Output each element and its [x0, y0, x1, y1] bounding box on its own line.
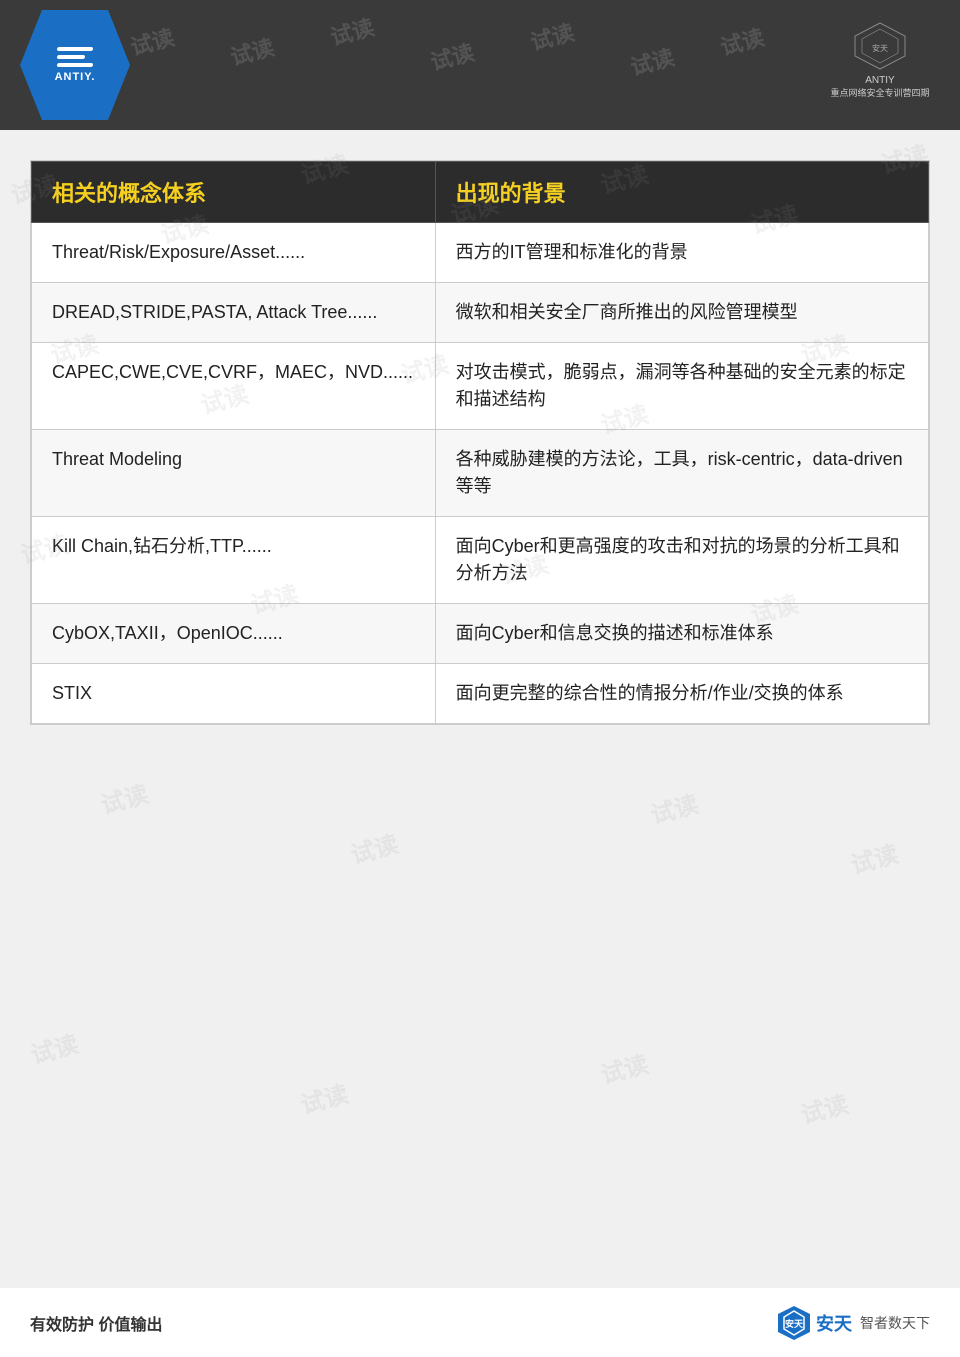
- table-cell-left: Threat Modeling: [32, 430, 436, 517]
- table-cell-right: 面向Cyber和更高强度的攻击和对抗的场景的分析工具和分析方法: [435, 517, 928, 604]
- table-cell-left: DREAD,STRIDE,PASTA, Attack Tree......: [32, 283, 436, 343]
- table-header-row: 相关的概念体系 出现的背景: [32, 162, 929, 223]
- col2-header: 出现的背景: [435, 162, 928, 223]
- table-cell-right: 对攻击模式，脆弱点，漏洞等各种基础的安全元素的标定和描述结构: [435, 343, 928, 430]
- table-cell-left: CybOX,TAXII，OpenIOC......: [32, 604, 436, 664]
- header: ANTIY. 试读 试读 试读 试读 试读 试读 试读 安天 ANTIY 重点网…: [0, 0, 960, 130]
- body-watermark: 试读: [296, 1074, 351, 1120]
- table-cell-left: STIX: [32, 664, 436, 724]
- svg-text:安天: 安天: [872, 43, 888, 53]
- header-right-text: ANTIY 重点网络安全专训营四期: [830, 75, 929, 99]
- antiy-emblem-icon: 安天: [850, 21, 910, 71]
- table-row: Threat Modeling各种威胁建模的方法论，工具，risk-centri…: [32, 430, 929, 517]
- table-cell-left: Threat/Risk/Exposure/Asset......: [32, 223, 436, 283]
- table-row: CAPEC,CWE,CVE,CVRF，MAEC，NVD......对攻击模式，脆…: [32, 343, 929, 430]
- watermark: 试读: [127, 20, 178, 62]
- concept-table: 相关的概念体系 出现的背景 Threat/Risk/Exposure/Asset…: [31, 161, 929, 724]
- footer-brand-slogan: 智者数天下: [860, 1313, 930, 1333]
- header-watermarks: 试读 试读 试读 试读 试读 试读 试读: [0, 0, 960, 130]
- footer-slogan: 有效防护 价值输出: [30, 1311, 162, 1335]
- table-cell-left: Kill Chain,钻石分析,TTP......: [32, 517, 436, 604]
- body-watermark: 试读: [96, 774, 151, 820]
- table-cell-left: CAPEC,CWE,CVE,CVRF，MAEC，NVD......: [32, 343, 436, 430]
- watermark: 试读: [527, 15, 578, 57]
- header-right-logo: 安天 ANTIY 重点网络安全专训营四期: [820, 15, 940, 105]
- footer: 有效防护 价值输出 安天 安天 智者数天下: [0, 1287, 960, 1357]
- body-watermark: 试读: [26, 1024, 81, 1070]
- table-row: DREAD,STRIDE,PASTA, Attack Tree......微软和…: [32, 283, 929, 343]
- body-watermark: 试读: [346, 824, 401, 870]
- table-cell-right: 面向Cyber和信息交换的描述和标准体系: [435, 604, 928, 664]
- footer-brand-name: 安天: [816, 1310, 852, 1336]
- table-row: Kill Chain,钻石分析,TTP......面向Cyber和更高强度的攻击…: [32, 517, 929, 604]
- table-row: Threat/Risk/Exposure/Asset......西方的IT管理和…: [32, 223, 929, 283]
- watermark: 试读: [717, 20, 768, 62]
- table-cell-right: 微软和相关安全厂商所推出的风险管理模型: [435, 283, 928, 343]
- table-cell-right: 面向更完整的综合性的情报分析/作业/交换的体系: [435, 664, 928, 724]
- table-row: STIX面向更完整的综合性的情报分析/作业/交换的体系: [32, 664, 929, 724]
- table-cell-right: 西方的IT管理和标准化的背景: [435, 223, 928, 283]
- col1-header: 相关的概念体系: [32, 162, 436, 223]
- watermark: 试读: [627, 40, 678, 82]
- main-content: 相关的概念体系 出现的背景 Threat/Risk/Exposure/Asset…: [30, 160, 930, 725]
- footer-logo: 安天 安天 智者数天下: [776, 1305, 930, 1341]
- footer-logo-icon: 安天: [776, 1305, 812, 1341]
- body-watermark: 试读: [646, 784, 701, 830]
- watermark: 试读: [427, 35, 478, 77]
- body-watermark: 试读: [796, 1084, 851, 1130]
- body-watermark: 试读: [846, 834, 901, 880]
- watermark: 试读: [227, 30, 278, 72]
- body-watermark: 试读: [596, 1044, 651, 1090]
- svg-text:安天: 安天: [785, 1318, 804, 1329]
- table-row: CybOX,TAXII，OpenIOC......面向Cyber和信息交换的描述…: [32, 604, 929, 664]
- table-cell-right: 各种威胁建模的方法论，工具，risk-centric，data-driven等等: [435, 430, 928, 517]
- watermark: 试读: [327, 10, 378, 52]
